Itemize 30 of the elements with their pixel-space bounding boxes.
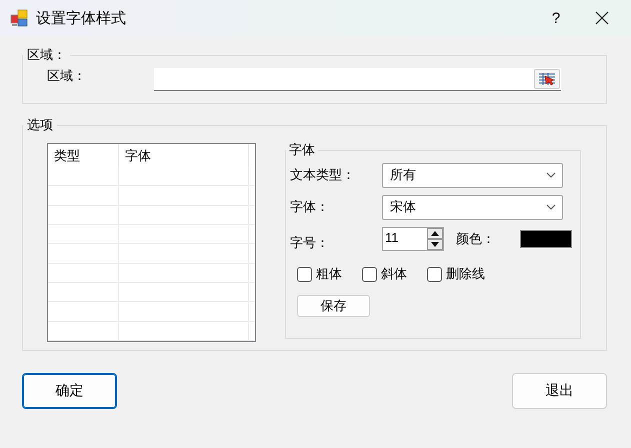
- field-label: 区域：: [46, 66, 87, 84]
- font-dropdown[interactable]: 宋体: [382, 194, 563, 220]
- checkbox[interactable]: 删除线: [427, 265, 485, 283]
- field-label: 字号：: [290, 234, 330, 252]
- checkbox[interactable]: 粗体: [297, 265, 342, 283]
- chevron-icon: [546, 204, 556, 210]
- window-title: 设置字体样式: [36, 8, 127, 28]
- chevron-icon: [546, 172, 556, 178]
- area-field[interactable]: [154, 68, 561, 91]
- picker-button[interactable]: [534, 69, 560, 89]
- group-title: 区域：: [26, 46, 67, 64]
- dialog-button[interactable]: 确定: [22, 373, 117, 409]
- text-type-dropdown[interactable]: 所有: [382, 162, 563, 188]
- grid-arrow-icon: [538, 72, 556, 86]
- help-button[interactable]: ?: [533, 0, 579, 36]
- color-swatch[interactable]: [520, 230, 572, 248]
- size-spinner[interactable]: 11: [382, 227, 444, 251]
- checkbox[interactable]: 斜体: [362, 265, 407, 283]
- group-title: 选项: [26, 116, 54, 134]
- group-title: 字体: [288, 141, 316, 159]
- app-icon: [10, 9, 28, 27]
- field-label: 颜色：: [456, 230, 496, 248]
- save-button[interactable]: 保存: [297, 295, 370, 317]
- field-label: 文本类型：: [290, 166, 356, 184]
- spin-arrows-icon: [427, 228, 443, 250]
- column-header[interactable]: 类型: [48, 144, 119, 168]
- field-label: 字体：: [290, 198, 330, 216]
- close-icon: [595, 11, 609, 25]
- column-header[interactable]: 字体: [119, 144, 249, 168]
- dialog-button[interactable]: 退出: [512, 373, 607, 409]
